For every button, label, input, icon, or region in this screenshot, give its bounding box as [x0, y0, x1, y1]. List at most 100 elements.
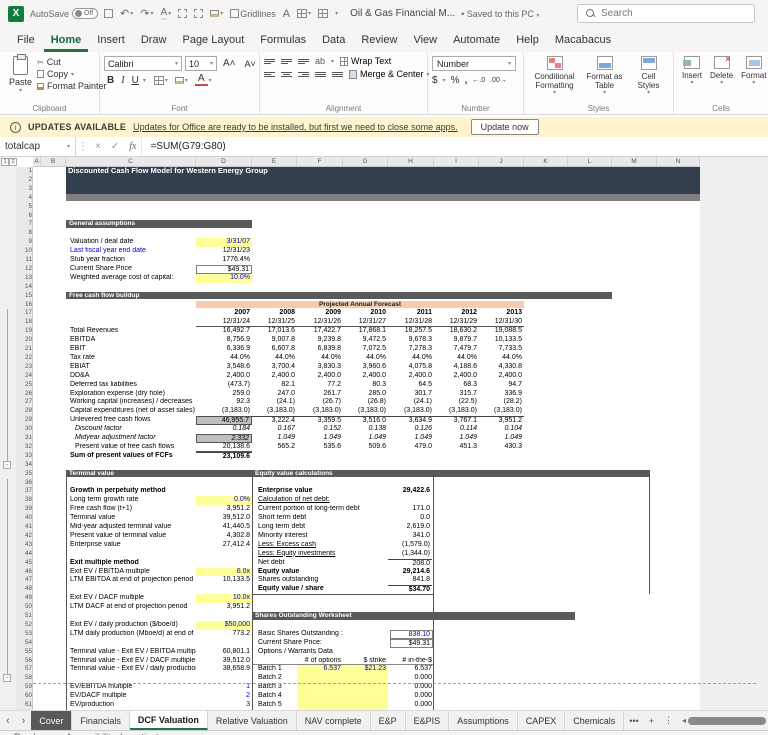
- cell-I19[interactable]: 18,630.2: [434, 327, 479, 336]
- col-header-A[interactable]: A: [33, 157, 41, 167]
- cell-I25[interactable]: 68.3: [434, 381, 479, 390]
- cell-C40[interactable]: Terminal value: [68, 514, 196, 523]
- cell-E30[interactable]: 0.167: [252, 425, 297, 434]
- cell-D61[interactable]: 3: [196, 701, 252, 710]
- cell-H17[interactable]: 2011: [388, 309, 434, 318]
- cell-E37[interactable]: Enterprise value: [256, 487, 384, 496]
- cell-H45[interactable]: 208.0: [388, 559, 432, 568]
- next-sheet-button[interactable]: ›: [16, 711, 32, 730]
- cell-I32[interactable]: 451.3: [434, 443, 479, 452]
- cell-C26[interactable]: Exploration expense (dry hole): [68, 390, 196, 399]
- cell-H20[interactable]: 9,678.3: [388, 336, 434, 345]
- row-header-22[interactable]: 22: [16, 354, 32, 363]
- cell-E46[interactable]: Equity value: [256, 568, 384, 577]
- cell-E22[interactable]: 44.0%: [252, 354, 297, 363]
- cell-H23[interactable]: 4,075.8: [388, 363, 434, 372]
- cell-F17[interactable]: 2009: [297, 309, 343, 318]
- row-header-37[interactable]: 37: [16, 487, 32, 496]
- cell-J20[interactable]: 10,133.5: [479, 336, 524, 345]
- menu-tab-data[interactable]: Data: [315, 30, 352, 52]
- cell-C33[interactable]: Sum of present values of FCFs: [68, 452, 196, 461]
- col-header-L[interactable]: L: [568, 157, 612, 167]
- cell-G58[interactable]: [343, 674, 388, 683]
- scroll-left-icon[interactable]: ◂: [682, 716, 686, 725]
- cell-E17[interactable]: 2008: [252, 309, 297, 318]
- cell-H22[interactable]: 44.0%: [388, 354, 434, 363]
- font-size-select[interactable]: 10▾: [185, 56, 217, 71]
- row-header-34[interactable]: 34: [16, 461, 32, 470]
- cell-E58[interactable]: Batch 2: [256, 674, 296, 683]
- cell-E47[interactable]: Shares outstanding: [256, 576, 384, 585]
- cell-I23[interactable]: 4,188.6: [434, 363, 479, 372]
- cell-F31[interactable]: 1.049: [297, 434, 343, 443]
- cell-F58[interactable]: [297, 674, 343, 683]
- italic-button[interactable]: I: [118, 75, 127, 86]
- cell-H46[interactable]: 29,214.6: [388, 568, 432, 577]
- cell-H61[interactable]: 0.000: [388, 701, 434, 710]
- col-header-H[interactable]: H: [388, 157, 434, 167]
- cell-C56[interactable]: Terminal value - Exit EV / DACF multiple: [68, 657, 196, 666]
- cell-G30[interactable]: 0.138: [343, 425, 388, 434]
- conditional-formatting-button[interactable]: Conditional Formatting▾: [529, 55, 581, 98]
- cell-C12[interactable]: Current Share Price: [68, 265, 194, 274]
- cell-C37[interactable]: Growth in perpetuity method: [68, 487, 196, 496]
- redo-button[interactable]: ↷▾: [140, 7, 153, 20]
- cell-J23[interactable]: 4,330.8: [479, 363, 524, 372]
- fill-color-icon[interactable]: [175, 77, 184, 84]
- row-header-16[interactable]: 16: [16, 301, 32, 310]
- cell-D27[interactable]: 92.3: [196, 398, 252, 407]
- sheet-tab-nav-complete[interactable]: NAV complete: [297, 711, 371, 730]
- cell-F22[interactable]: 44.0%: [297, 354, 343, 363]
- cell-D9[interactable]: 3/31/07: [196, 238, 252, 247]
- row-header-39[interactable]: 39: [16, 505, 32, 514]
- cell-D26[interactable]: 259.0: [196, 390, 252, 399]
- sheet-tab-cover[interactable]: Cover: [31, 711, 72, 730]
- orientation-button[interactable]: ab: [315, 56, 325, 66]
- cell-F57[interactable]: 6.537: [297, 665, 343, 674]
- row-header-25[interactable]: 25: [16, 381, 32, 390]
- cell-E59[interactable]: Batch 3: [256, 683, 296, 692]
- cell-D13[interactable]: 10.0%: [196, 274, 252, 283]
- cell-F59[interactable]: [297, 683, 343, 692]
- cancel-entry-button[interactable]: ×: [90, 137, 106, 156]
- cell-D41[interactable]: 41,440.5: [196, 523, 252, 532]
- cell-C46[interactable]: Exit EV / EBITDA multiple: [68, 568, 196, 577]
- section-bar-fcf[interactable]: Free cash flow buildup: [66, 292, 612, 300]
- cell-J24[interactable]: 2,400.0: [479, 372, 524, 381]
- insert-function-button[interactable]: fx: [124, 137, 142, 156]
- cell-H28[interactable]: (3,183.0): [388, 407, 434, 416]
- cell-H48[interactable]: $34.70: [388, 585, 432, 594]
- cell-J25[interactable]: 94.7: [479, 381, 524, 390]
- cell-D21[interactable]: 6,336.9: [196, 345, 252, 354]
- menu-tab-review[interactable]: Review: [354, 30, 404, 52]
- cell-H40[interactable]: 0.0: [388, 514, 432, 523]
- cell-D42[interactable]: 4,302.8: [196, 532, 252, 541]
- cell-F19[interactable]: 17,422.7: [297, 327, 343, 336]
- row-header-44[interactable]: 44: [16, 550, 32, 559]
- cell-H58[interactable]: 0.000: [388, 674, 434, 683]
- row-header-45[interactable]: 45: [16, 559, 32, 568]
- cell-C10[interactable]: Last fiscal year end date: [68, 247, 194, 256]
- row-header-57[interactable]: 57: [16, 665, 32, 674]
- cell-C57[interactable]: Terminal value - Exit EV / daily product…: [68, 665, 196, 674]
- cell-F60[interactable]: [297, 692, 343, 701]
- cell-I20[interactable]: 9,879.7: [434, 336, 479, 345]
- cell-E31[interactable]: 1.049: [252, 434, 297, 443]
- autosave-toggle[interactable]: AutoSave Off: [30, 8, 98, 19]
- increase-indent-icon[interactable]: [332, 71, 343, 78]
- cell-G24[interactable]: 2,400.0: [343, 372, 388, 381]
- outline-level-1-button[interactable]: 1: [1, 158, 9, 166]
- paste-button[interactable]: Paste▾: [4, 55, 37, 95]
- menu-tab-formulas[interactable]: Formulas: [253, 30, 313, 52]
- cell-D55[interactable]: 60,801.1: [196, 648, 252, 657]
- cell-F24[interactable]: 2,400.0: [297, 372, 343, 381]
- cell-E24[interactable]: 2,400.0: [252, 372, 297, 381]
- excel-app-icon[interactable]: X: [8, 6, 24, 22]
- cell-G32[interactable]: 509.6: [343, 443, 388, 452]
- cell-C39[interactable]: Free cash flow (t+1): [68, 505, 196, 514]
- cell-C45[interactable]: Exit multiple method: [68, 559, 196, 568]
- row-header-7[interactable]: 7: [16, 220, 32, 229]
- row-header-50[interactable]: 50: [16, 603, 32, 612]
- row-header-46[interactable]: 46: [16, 568, 32, 577]
- cell-D39[interactable]: 3,951.2: [196, 505, 252, 514]
